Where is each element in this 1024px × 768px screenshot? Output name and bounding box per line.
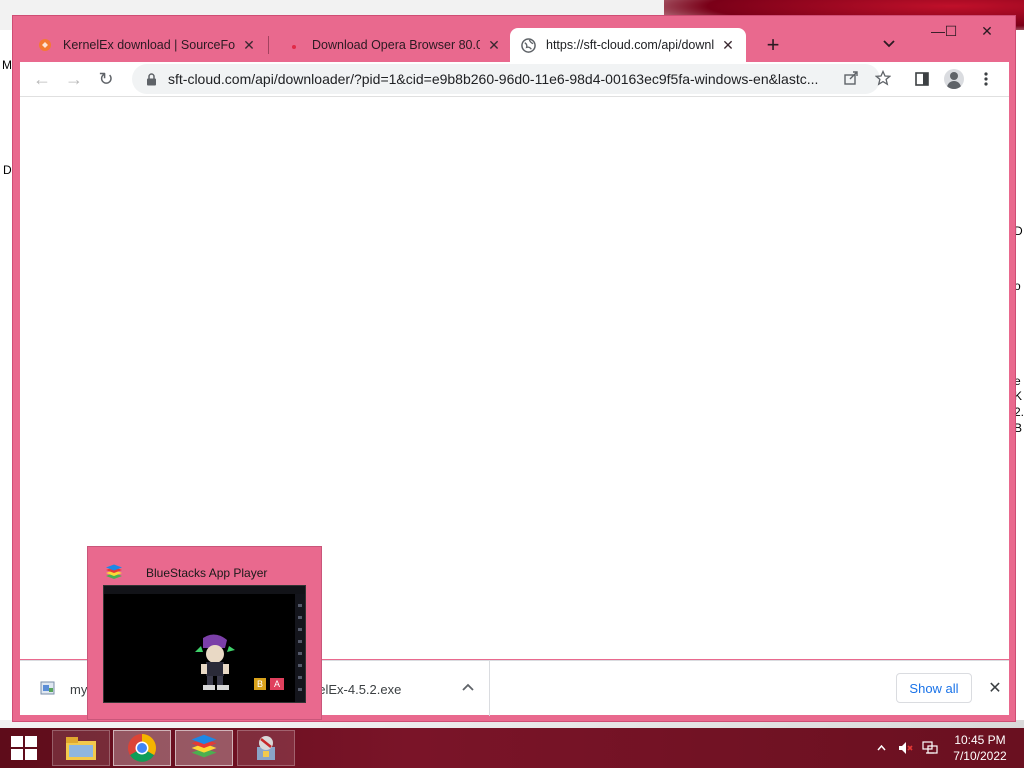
tab-strip: KernelEx download | SourceForge.net ✕ Do… [13,16,1015,62]
browser-toolbar: ← → ↻ sft-cloud.com/api/downloader/?pid=… [20,62,1009,96]
download-filename: my [70,682,88,697]
tab-search-button[interactable] [879,34,899,54]
thumbnail-sidebar [295,594,305,702]
sidebar-dot [298,628,302,631]
sidebar-dot [298,664,302,667]
taskbar-thumbnail-preview[interactable]: BlueStacks App Player B A [87,546,322,720]
bookmark-star-icon[interactable] [872,67,894,89]
game-button-b: B [254,678,266,690]
maximize-button[interactable]: ☐ [935,16,967,46]
show-all-downloads-button[interactable]: Show all [896,673,972,703]
avatar [944,69,964,89]
game-character-icon [195,634,235,690]
sidebar-dot [298,604,302,607]
back-button[interactable]: ← [28,65,56,93]
tab-separator [268,36,269,54]
reload-button[interactable]: ↻ [92,65,120,93]
close-download-bar-button[interactable]: ✕ [984,677,1006,699]
tab-kernelex[interactable]: KernelEx download | SourceForge.net ✕ [27,28,267,62]
lock-icon[interactable] [144,72,158,86]
desktop-partial-text: M [2,58,12,72]
close-tab-icon[interactable]: ✕ [486,37,502,53]
bluestacks-icon [191,734,217,758]
close-tab-icon[interactable]: ✕ [720,37,736,53]
url-text: sft-cloud.com/api/downloader/?pid=1&cid=… [168,71,819,87]
thumbnail-image: B A [103,585,306,703]
clock-time: 10:45 PM [954,733,1006,747]
installer-file-icon [40,681,55,695]
close-window-button[interactable]: ✕ [969,16,1005,46]
sourceforge-icon [37,37,53,53]
globe-icon [520,37,536,53]
clock-date: 7/10/2022 [953,749,1007,763]
share-icon[interactable] [840,67,862,89]
tab-sft-cloud[interactable]: https://sft-cloud.com/api/downloader ✕ [510,28,746,62]
folder-icon [66,737,96,760]
address-bar[interactable]: sft-cloud.com/api/downloader/?pid=1&cid=… [132,64,880,94]
download-options-button[interactable] [458,677,478,697]
taskbar-installer[interactable] [237,730,295,766]
thumbnail-window-titlebar [104,586,305,594]
download-filename: nelEx-4.5.2.exe [311,682,402,697]
tray-overflow-button[interactable] [874,728,888,768]
tab-title: https://sft-cloud.com/api/downloader [546,38,714,52]
network-button[interactable] [920,728,940,768]
new-tab-button[interactable]: + [759,31,787,59]
sidebar-dot [298,640,302,643]
forward-button[interactable]: → [60,65,88,93]
tab-title: Download Opera Browser 80.0.4170.63 [312,38,480,52]
volume-muted-icon [899,742,913,754]
taskbar: 10:45 PM 7/10/2022 [0,728,1024,768]
start-button[interactable] [8,736,40,760]
bluestacks-icon [106,564,122,579]
tab-title: KernelEx download | SourceForge.net [63,38,235,52]
taskbar-file-explorer[interactable] [52,730,110,766]
opera-icon [286,37,302,53]
desktop-partial-text: D [3,163,12,177]
taskbar-chrome[interactable] [113,730,171,766]
taskbar-bluestacks[interactable] [175,730,233,766]
sidebar-dot [298,676,302,679]
thumbnail-title: BlueStacks App Player [146,566,268,580]
chevron-up-icon [462,683,474,691]
game-button-a: A [270,678,284,690]
windows-logo-icon [11,736,37,760]
chevron-down-icon [883,40,895,48]
sidebar-dot [298,616,302,619]
network-icon [922,741,938,754]
tab-opera[interactable]: Download Opera Browser 80.0.4170.63 ✕ [276,28,512,62]
close-tab-icon[interactable]: ✕ [241,37,257,53]
installer-icon [257,736,275,760]
sidebar-dot [298,652,302,655]
system-clock[interactable]: 10:45 PM 7/10/2022 [944,732,1016,766]
profile-avatar-button[interactable] [940,65,968,93]
sidebar-dot [298,688,302,691]
volume-muted-button[interactable] [896,728,916,768]
side-panel-icon[interactable] [908,65,936,93]
chrome-icon [128,734,156,762]
menu-kebab-icon[interactable] [972,65,1000,93]
chevron-up-icon [876,745,886,751]
